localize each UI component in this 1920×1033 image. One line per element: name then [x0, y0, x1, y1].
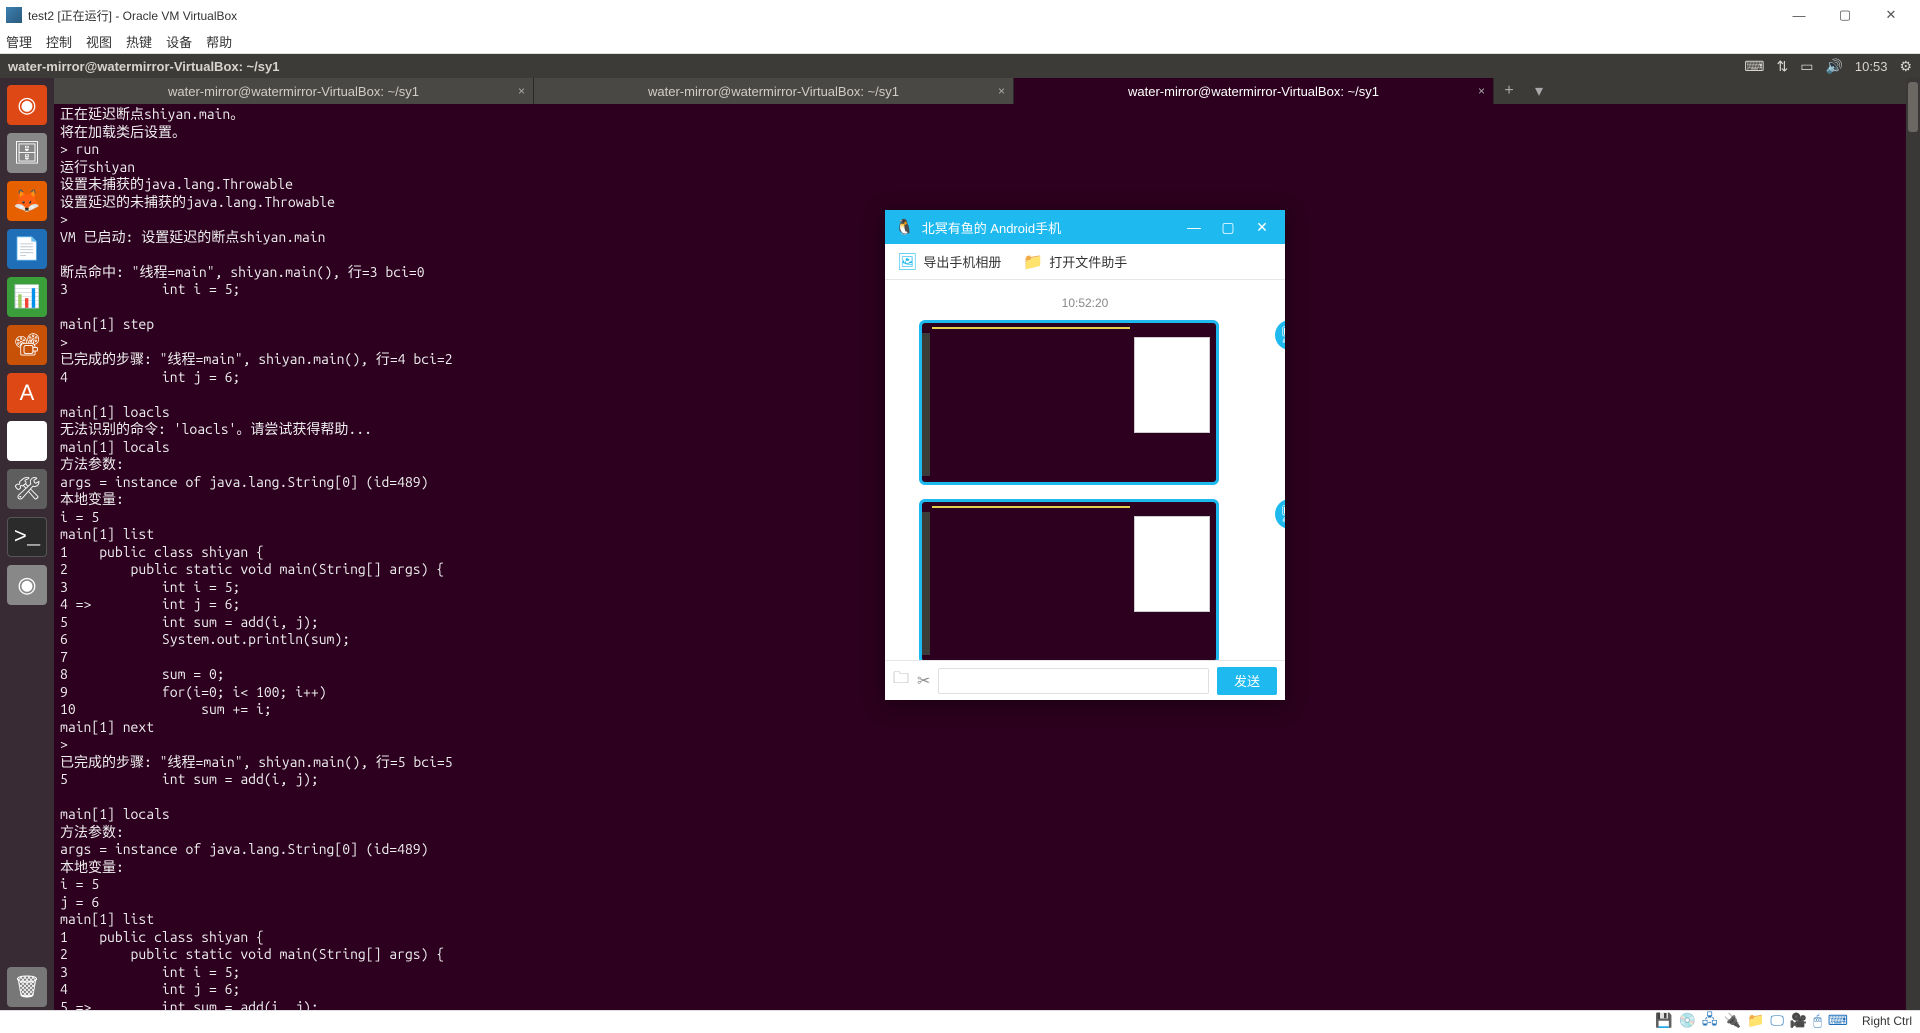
qq-avatar-icon[interactable]: 🖥 [1275, 320, 1285, 350]
host-menu-hotkey[interactable]: 热键 [126, 32, 152, 51]
status-display-icon[interactable]: 🖵 [1770, 1012, 1784, 1029]
qq-titlebar[interactable]: 🐧 北冥有鱼的 Android手机 — ▢ ✕ [885, 210, 1285, 244]
host-maximize-button[interactable]: ▢ [1822, 0, 1868, 30]
qq-timestamp: 10:52:20 [899, 296, 1271, 310]
spreadsheet-icon: 📊 [7, 277, 47, 317]
status-hdd-icon[interactable]: 💾 [1655, 1012, 1672, 1029]
terminal-tab-3[interactable]: water-mirror@watermirror-VirtualBox: ~/s… [1014, 78, 1494, 104]
status-disc-icon[interactable]: 💿 [1678, 1012, 1695, 1029]
launcher-trash[interactable]: 🗑 [3, 964, 51, 1010]
status-mouse-icon[interactable]: 🖱 [1813, 1012, 1821, 1029]
export-album-icon[interactable]: 🖼 [897, 252, 917, 272]
scrollbar-thumb[interactable] [1908, 82, 1918, 132]
qq-chat-area[interactable]: 10:52:20 🖥 🖥 [885, 280, 1285, 660]
software-center-icon: A [7, 373, 47, 413]
status-network-icon[interactable]: 🖧 [1702, 1009, 1718, 1033]
host-menu-manage[interactable]: 管理 [6, 32, 32, 51]
qq-input-bar: 🗀 ✂ 发送 [885, 660, 1285, 700]
trash-icon: 🗑 [7, 967, 47, 1007]
host-window-titlebar: test2 [正在运行] - Oracle VM VirtualBox — ▢ … [0, 0, 1920, 30]
ubuntu-logo-icon: ◉ [7, 85, 47, 125]
qq-maximize-button[interactable]: ▢ [1215, 219, 1241, 236]
qq-minimize-button[interactable]: — [1181, 219, 1207, 235]
qq-message-1[interactable]: 🖥 [899, 320, 1271, 485]
folder-icon[interactable]: 📁 [1023, 252, 1043, 272]
host-close-button[interactable]: ✕ [1868, 0, 1914, 30]
attach-file-icon[interactable]: 🗀 [893, 667, 909, 694]
terminal-icon: >_ [7, 517, 47, 557]
guest-scrollbar[interactable] [1906, 78, 1920, 1010]
qq-close-button[interactable]: ✕ [1249, 219, 1275, 236]
scissors-icon[interactable]: ✂ [917, 671, 930, 691]
qq-toolbar-export-label[interactable]: 导出手机相册 [923, 252, 1001, 271]
disc-icon: ◉ [7, 565, 47, 605]
host-menubar: 管理 控制 视图 热键 设备 帮助 [0, 30, 1920, 54]
qq-send-button[interactable]: 发送 [1217, 667, 1277, 695]
network-icon[interactable]: ⇅ [1776, 58, 1788, 75]
tab-label: water-mirror@watermirror-VirtualBox: ~/s… [1128, 84, 1379, 99]
tab-close-icon[interactable]: × [998, 84, 1005, 98]
guest-top-panel: water-mirror@watermirror-VirtualBox: ~/s… [0, 54, 1920, 78]
qq-toolbar-open-label[interactable]: 打开文件助手 [1049, 252, 1127, 271]
tab-label: water-mirror@watermirror-VirtualBox: ~/s… [168, 84, 419, 99]
terminal-tabbar: water-mirror@watermirror-VirtualBox: ~/s… [54, 78, 1920, 104]
launcher-calc[interactable]: 📊 [3, 274, 51, 320]
status-keyboard-icon[interactable]: ⌨ [1828, 1012, 1848, 1029]
qq-message-2[interactable]: 🖥 [899, 499, 1271, 660]
tab-label: water-mirror@watermirror-VirtualBox: ~/s… [648, 84, 899, 99]
battery-icon[interactable]: ▭ [1800, 58, 1813, 75]
new-tab-button[interactable]: + [1494, 78, 1524, 104]
terminal-tab-1[interactable]: water-mirror@watermirror-VirtualBox: ~/s… [54, 78, 534, 104]
tab-close-icon[interactable]: × [518, 84, 525, 98]
launcher-terminal[interactable]: >_ [3, 514, 51, 560]
launcher-amazon[interactable]: a [3, 418, 51, 464]
keyboard-indicator-icon[interactable]: ⌨ [1744, 58, 1764, 75]
launcher-files[interactable]: 🗄 [3, 130, 51, 176]
qq-penguin-icon: 🐧 [895, 218, 914, 236]
qq-window-title: 北冥有鱼的 Android手机 [922, 218, 1061, 237]
host-menu-help[interactable]: 帮助 [206, 32, 232, 51]
screenshot-thumbnail[interactable] [919, 499, 1219, 660]
gear-icon[interactable]: ⚙ [1899, 58, 1912, 75]
firefox-icon: 🦊 [7, 181, 47, 221]
host-menu-control[interactable]: 控制 [46, 32, 72, 51]
sound-icon[interactable]: 🔊 [1825, 58, 1842, 75]
terminal-tab-2[interactable]: water-mirror@watermirror-VirtualBox: ~/s… [534, 78, 1014, 104]
launcher-writer[interactable]: 📄 [3, 226, 51, 272]
launcher-impress[interactable]: 📽 [3, 322, 51, 368]
host-minimize-button[interactable]: — [1776, 0, 1822, 30]
settings-icon: 🛠 [7, 469, 47, 509]
amazon-icon: a [7, 421, 47, 461]
host-status-bar: 💾 💿 🖧 🔌 📁 🖵 🎥 🖱 ⌨ Right Ctrl [0, 1010, 1920, 1030]
host-window-title: test2 [正在运行] - Oracle VM VirtualBox [28, 7, 237, 24]
unity-launcher: ◉ 🗄 🦊 📄 📊 📽 A a 🛠 >_ ◉ 🗑 [0, 78, 54, 1010]
launcher-firefox[interactable]: 🦊 [3, 178, 51, 224]
screenshot-thumbnail[interactable] [919, 320, 1219, 485]
launcher-software[interactable]: A [3, 370, 51, 416]
host-menu-view[interactable]: 视图 [86, 32, 112, 51]
tab-close-icon[interactable]: × [1478, 84, 1485, 98]
send-label: 发送 [1234, 671, 1260, 690]
tab-menu-button[interactable]: ▾ [1524, 78, 1554, 104]
guest-clock[interactable]: 10:53 [1855, 59, 1888, 74]
virtualbox-icon [6, 7, 22, 23]
launcher-disc[interactable]: ◉ [3, 562, 51, 608]
status-video-icon[interactable]: 🎥 [1790, 1012, 1807, 1029]
launcher-dash[interactable]: ◉ [3, 82, 51, 128]
status-shared-folder-icon[interactable]: 📁 [1747, 1012, 1764, 1029]
guest-active-window-title: water-mirror@watermirror-VirtualBox: ~/s… [8, 59, 279, 74]
qq-chat-window: 🐧 北冥有鱼的 Android手机 — ▢ ✕ 🖼 导出手机相册 📁 打开文件助… [885, 210, 1285, 700]
launcher-settings[interactable]: 🛠 [3, 466, 51, 512]
host-menu-devices[interactable]: 设备 [166, 32, 192, 51]
qq-message-input[interactable] [938, 668, 1209, 694]
files-icon: 🗄 [7, 133, 47, 173]
document-icon: 📄 [7, 229, 47, 269]
status-usb-icon[interactable]: 🔌 [1724, 1012, 1741, 1029]
presentation-icon: 📽 [7, 325, 47, 365]
host-hotkey-label: Right Ctrl [1862, 1014, 1912, 1028]
qq-toolbar: 🖼 导出手机相册 📁 打开文件助手 [885, 244, 1285, 280]
qq-avatar-icon[interactable]: 🖥 [1275, 499, 1285, 529]
